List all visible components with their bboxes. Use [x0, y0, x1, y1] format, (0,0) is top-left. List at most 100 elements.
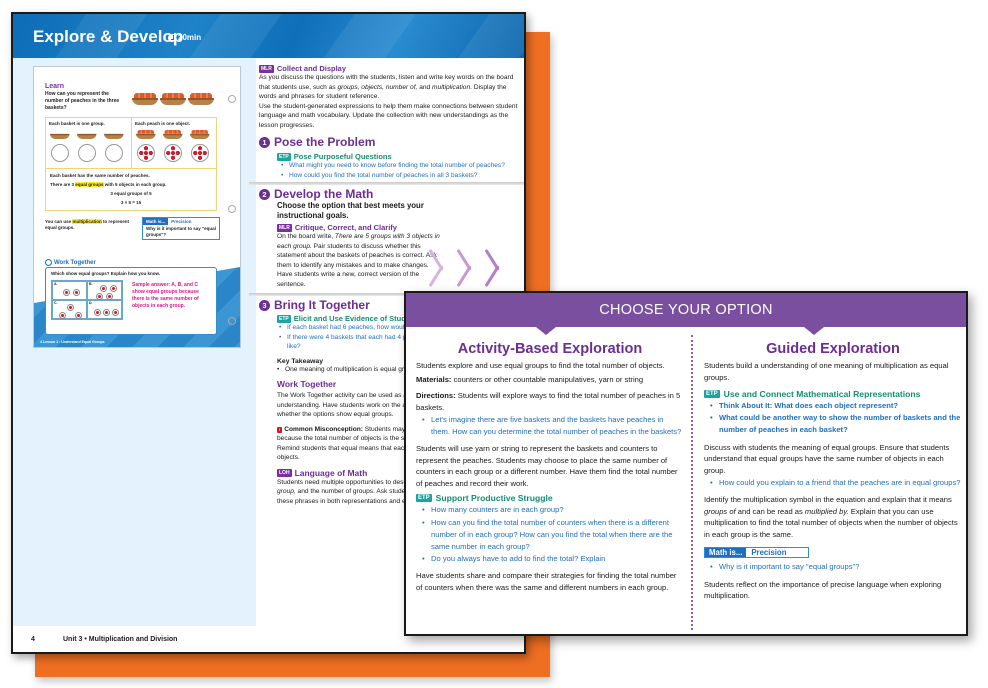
column-divider: [691, 335, 693, 630]
counter-circle: [110, 285, 117, 292]
identify-symbol-text: Identify the multiplication symbol in th…: [704, 494, 962, 540]
collect-display-text-2: Use the student-generated expressions to…: [259, 102, 518, 129]
student-page-footer: 4 Lesson 1 • Understand Equal Groups: [40, 340, 105, 344]
guided-intro: Students build a understanding of one me…: [704, 361, 949, 382]
option-label: C.: [54, 301, 58, 305]
header-pointer: [804, 327, 824, 335]
basket-icon: [104, 130, 124, 139]
objects-caption: Each peach is one object.: [135, 121, 191, 126]
activity-intro: Students explore and use equal groups to…: [416, 361, 665, 370]
step-number-icon: 1: [259, 136, 270, 148]
loh-icon: LOH: [277, 468, 292, 479]
text-span: Students need multiple opportunities to …: [277, 478, 420, 486]
text-span: On the board write,: [277, 233, 335, 240]
chevron-right-icon: [463, 248, 479, 288]
list-item: How could you explain to a friend that t…: [710, 477, 962, 489]
basket-icon: [132, 93, 158, 105]
equal-groups-text: There are 3 equal groups with 5 objects …: [50, 182, 220, 187]
step-number-icon: 3: [259, 299, 270, 311]
alert-icon: !: [277, 426, 283, 435]
basket-icon: [163, 130, 183, 139]
pose-problem-title: Pose the Problem: [274, 135, 376, 149]
language-math-title: Language of Math: [294, 467, 368, 478]
choose-option-header: CHOOSE YOUR OPTION: [406, 293, 966, 327]
basket-icon: [188, 93, 214, 105]
etp-icon: ETP: [416, 494, 432, 505]
representations-title: Use and Connect Mathematical Representat…: [723, 389, 921, 399]
option-c: C.: [52, 300, 87, 319]
section-divider: [249, 182, 524, 185]
list-item: How can you find the total number of cou…: [422, 517, 684, 554]
misconception-label: Common Misconception:: [284, 425, 363, 433]
discuss-text: Discuss with students the meaning of equ…: [704, 442, 950, 475]
pose-problem-heading: 1 Pose the Problem: [259, 135, 524, 149]
highlighted-term: multiplication: [72, 219, 102, 224]
groups-caption: Each basket is one group.: [49, 121, 105, 126]
time-badge: 20min: [168, 33, 201, 42]
work-together-box: Which show equal groups? Explain how you…: [45, 267, 217, 335]
work-together-question: Which show equal groups? Explain how you…: [51, 271, 161, 276]
time-text: 20min: [178, 33, 202, 42]
groups-panel: Each basket is one group.: [46, 118, 132, 168]
develop-math-title: Develop the Math: [274, 187, 374, 201]
learn-question: How can you represent the number of peac…: [45, 91, 120, 111]
counter-circle: [112, 309, 119, 316]
pose-questions-heading: ETP Pose Purposeful Questions: [277, 152, 524, 163]
basket-icon: [136, 130, 156, 139]
math-is-tag: Math is...: [705, 548, 747, 558]
math-is-precision-tag: Math is... Precision: [704, 547, 810, 559]
emphasis: multiplied by.: [804, 506, 849, 516]
activity-instructions: Students will use yarn or string to repr…: [416, 444, 678, 488]
basket-icon: [160, 93, 186, 105]
binder-ring-icon: [228, 317, 236, 325]
collect-display-text: As you discuss the questions with the st…: [259, 73, 524, 102]
precision-question-list: Why is it important to say "equal groups…: [704, 561, 962, 573]
peach-dots-circle: [164, 144, 182, 162]
activity-based-title: Activity-Based Exploration: [457, 341, 643, 357]
student-page-thumbnail: Learn How can you represent the number o…: [33, 66, 241, 348]
representations-list: Think About It: What does each object re…: [704, 400, 962, 437]
sample-answer: Sample answer: A, B, and C show equal gr…: [132, 282, 199, 309]
etp-icon: ETP: [277, 314, 291, 325]
multiplication-text: You can use multiplication to represent …: [45, 219, 137, 231]
basket-icon: [77, 130, 97, 139]
counter-circle: [103, 309, 110, 316]
representations-heading: ETP Use and Connect Mathematical Represe…: [704, 389, 962, 400]
text-span: and: [417, 83, 433, 91]
guided-exploration-title: Guided Exploration: [766, 341, 900, 357]
option-b: B.: [87, 281, 122, 300]
text-span: with 5 objects in each group.: [103, 182, 167, 187]
equation-text: 3 × 5 = 15: [120, 200, 142, 205]
list-item: Why is it important to say "equal groups…: [710, 561, 962, 573]
empty-group-circle: [51, 144, 69, 162]
list-item: Let's imagine there are five baskets and…: [422, 414, 684, 438]
critique-text: On the board write, There are 5 groups w…: [277, 232, 442, 289]
text-span: and can be read as: [735, 506, 805, 516]
student-page-panel: Learn How can you represent the number o…: [13, 58, 256, 628]
materials-label: Materials:: [416, 374, 452, 384]
option-label: A.: [54, 282, 58, 286]
chevron-right-icon: [491, 248, 507, 288]
binder-ring-icon: [228, 205, 236, 213]
peach-baskets-image: [132, 93, 214, 105]
text-span: Identify the multiplication symbol in th…: [704, 495, 952, 505]
counter-circle: [63, 289, 70, 296]
work-together-icon: [45, 259, 52, 266]
unit-title: Unit 3 • Multiplication and Division: [63, 635, 178, 643]
critique-heading: MLR Critique, Correct, and Clarify: [277, 223, 442, 234]
counter-circle: [94, 309, 101, 316]
directions-label: Directions:: [416, 391, 456, 400]
option-label: D.: [89, 301, 93, 305]
list-item: Do you always have to add to find the to…: [422, 553, 684, 565]
empty-group-circle: [105, 144, 123, 162]
math-is-question: Why is it important to say "equal groups…: [146, 226, 216, 237]
header-pointer: [536, 327, 556, 335]
option-d: D.: [87, 300, 122, 319]
peach-dots-circle: [191, 144, 209, 162]
critique-title: Critique, Correct, and Clarify: [294, 223, 397, 232]
materials-text: Materials: counters or other countable m…: [416, 374, 684, 386]
mlr-icon: MLR: [277, 223, 292, 234]
productive-struggle-list: How many counters are in each group? How…: [416, 504, 684, 565]
math-is-precision-box: Math is... Precision Why is it important …: [142, 217, 220, 240]
highlighted-term: equal groups: [75, 182, 104, 187]
